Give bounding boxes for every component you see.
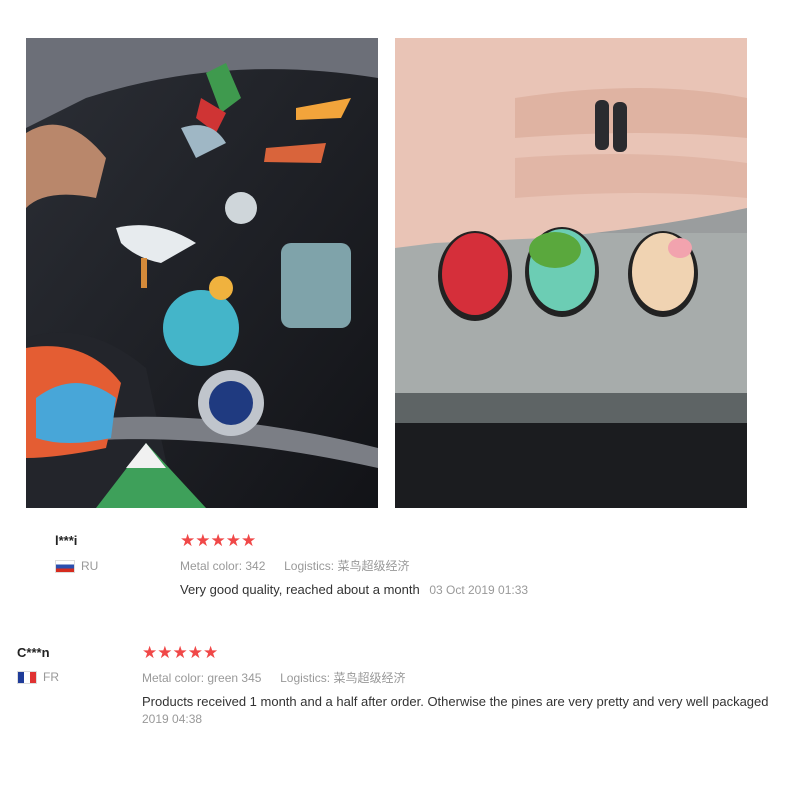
review-meta: Metal color: green 345 Logistics: 菜鸟超级经济 [142,669,406,686]
logistics-label: Logistics: [280,671,331,685]
flag-france-icon [17,670,37,684]
review-date: 03 Oct 2019 01:33 [429,583,529,597]
review-body: Very good quality, reached about a month [180,582,420,597]
star-rating-stars: ★★★★★ [180,531,257,550]
pins-on-bag-image [26,38,378,508]
country-code: RU [81,559,99,573]
star-rating: ★★★★★ [142,644,218,661]
review-date: 2019 04:38 [142,712,203,726]
star-rating: ★★★★★ [180,532,256,549]
dragon-egg-pins-image [395,38,747,508]
metal-color-value: green 345 [207,671,262,685]
review-photo-dragon-egg-pins[interactable] [395,38,747,508]
logistics-label: Logistics: [284,559,335,573]
review-item: l***i RU ★★★★★ Metal color: 342 Logistic… [0,530,800,610]
reviewer-country: FR [17,670,59,684]
country-code: FR [43,670,59,684]
review-body: Products received 1 month and a half aft… [142,694,769,709]
review-photo-pins-on-bag[interactable] [26,38,378,508]
metal-color-label: Metal color: [142,671,205,685]
logistics-value: 菜鸟超级经济 [333,671,406,685]
reviewer-name: l***i [55,533,78,548]
reviewer-country: RU [55,559,98,573]
review-meta: Metal color: 342 Logistics: 菜鸟超级经济 [180,557,409,574]
metal-color-value: 342 [245,559,266,573]
logistics-value: 菜鸟超级经济 [337,559,410,573]
flag-russia-icon [55,559,75,573]
star-rating-stars: ★★★★★ [142,643,219,662]
review-item: C***n FR ★★★★★ Metal color: green 345 Lo… [0,642,800,732]
metal-color-label: Metal color: [180,559,243,573]
review-text: Very good quality, reached about a month… [180,582,528,597]
review-text: Products received 1 month and a half aft… [142,694,800,709]
reviewer-name: C***n [17,645,50,660]
